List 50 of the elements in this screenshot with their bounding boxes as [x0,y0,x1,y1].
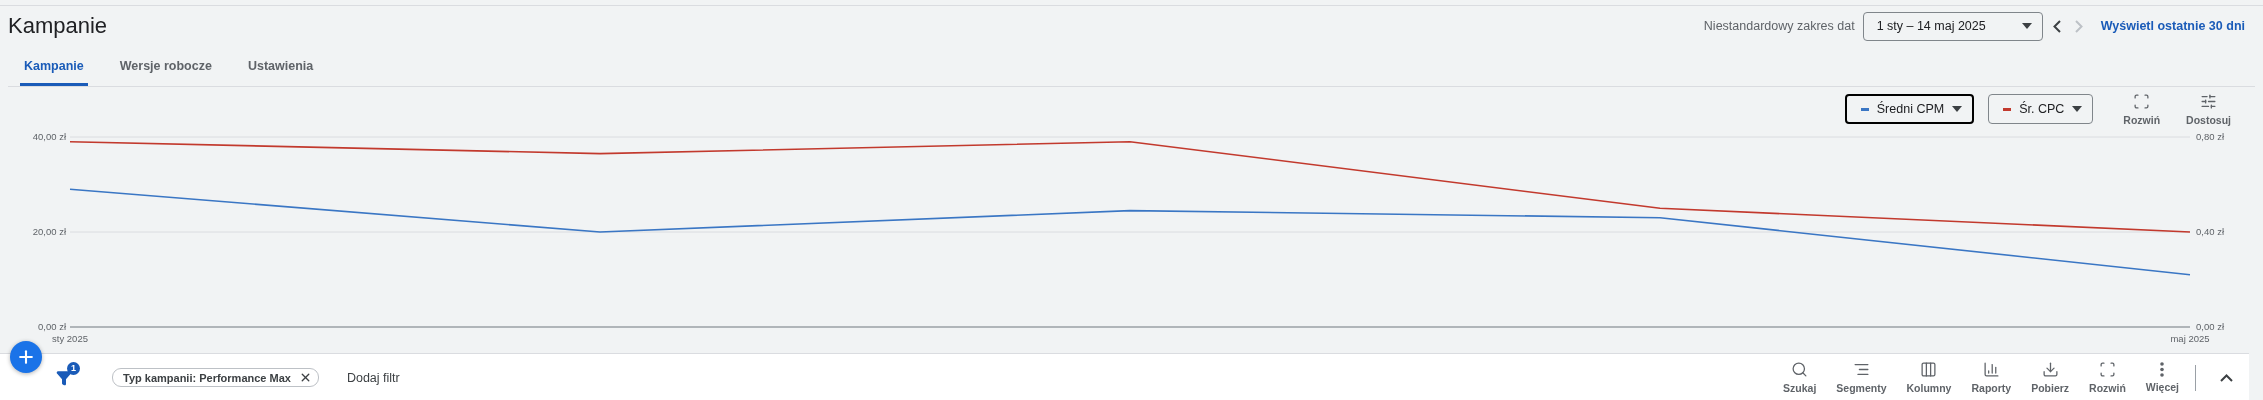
axis-label: 0,00 zł [38,321,66,332]
expand-icon [2133,92,2151,110]
axis-label: 0,40 zł [2196,226,2224,237]
axis-label: 20,00 zł [32,226,66,237]
tab[interactable]: Ustawienia [243,46,318,86]
toolbar-button[interactable]: Pobierz [2025,361,2076,394]
chevron-right-icon [2074,19,2083,33]
axis-label: 0,00 zł [2196,321,2224,332]
chart-tool-button[interactable]: Dostosuj [2180,92,2237,126]
toolbar-button[interactable]: Raporty [1965,361,2018,394]
filter-chip[interactable]: Typ kampanii: Performance Max [112,368,319,387]
tab[interactable]: Wersje robocze [115,46,216,86]
axis-label: 40,00 zł [32,131,66,142]
axis-label: sty 2025 [52,333,88,344]
more-icon [2160,362,2165,377]
filter-icon[interactable] [56,369,72,386]
chevron-up-icon [2220,373,2233,382]
axis-label: maj 2025 [2170,333,2210,344]
tab[interactable]: Kampanie [20,46,88,86]
caret-icon [2072,106,2083,112]
caret-icon [2021,23,2032,29]
toolbar-button[interactable]: Szukaj [1777,361,1823,394]
add-filter-button[interactable]: Dodaj filtr [340,369,1778,386]
date-range-label: Niestandardowy zakres dat [1703,19,1855,33]
toolbar-button[interactable]: Segmenty [1830,361,1893,394]
caret-icon [1952,106,1963,112]
toolbar-button[interactable]: Kolumny [1900,361,1958,394]
lines-icon [1852,361,1870,378]
chevron-left-icon [2052,19,2061,33]
filter-count-badge: 1 [67,361,80,375]
page-title: Kampanie [8,13,109,39]
metric-dropdown[interactable]: Średni CPM [1844,94,1975,124]
plus-icon [16,347,36,367]
metric-dropdown[interactable]: Śr. CPC [1988,94,2094,124]
expand-icon [2098,361,2116,378]
legend-swatch [2003,107,2012,111]
download-icon [2041,361,2059,378]
legend-swatch [1860,107,1869,111]
chart-tool-button[interactable]: Rozwiń [2117,92,2167,126]
bar-chart-icon [1982,361,2000,378]
axis-label: 0,80 zł [2196,131,2224,142]
columns-icon [1920,361,1938,378]
date-range-dropdown[interactable]: 1 sty – 14 maj 2025 [1862,11,2043,41]
sliders-icon [2200,92,2218,110]
add-button[interactable] [10,341,42,373]
toolbar-button[interactable]: Rozwiń [2083,361,2132,394]
filter-chip-label: Typ kampanii: Performance Max [123,371,291,384]
last-30-days-link[interactable]: Wyświetl ostatnie 30 dni [2100,19,2245,33]
search-icon [1791,361,1809,378]
toolbar-button[interactable]: Więcej [2139,362,2185,393]
